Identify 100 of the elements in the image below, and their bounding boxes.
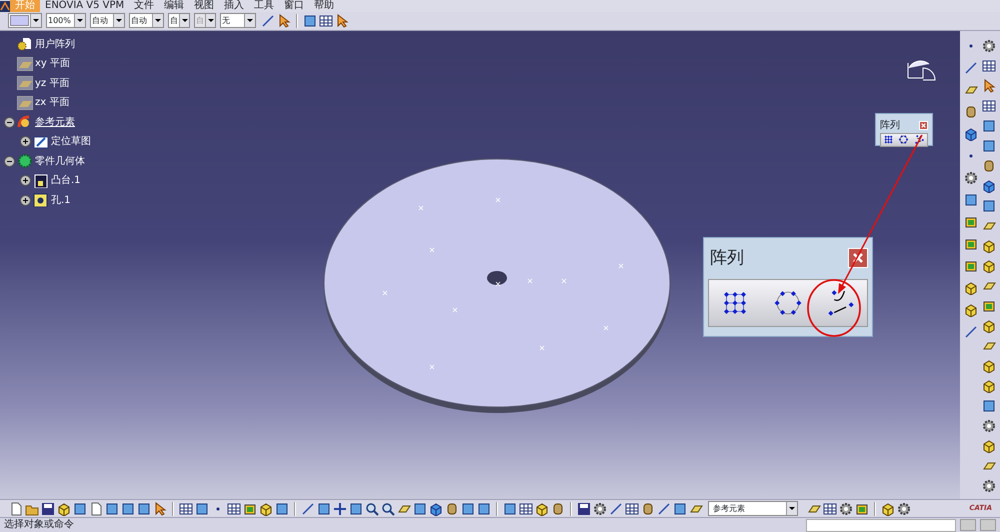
cube-icon[interactable] xyxy=(982,318,996,333)
body-icon[interactable] xyxy=(17,154,33,168)
dropdown-field[interactable]: 无 xyxy=(220,13,256,28)
close-button[interactable] xyxy=(919,120,928,130)
pad-icon[interactable] xyxy=(33,174,49,188)
tree-item[interactable]: 定位草图 xyxy=(49,134,93,150)
line-icon[interactable] xyxy=(609,502,623,516)
plane-icon[interactable] xyxy=(17,56,33,71)
block-icon[interactable] xyxy=(243,502,257,516)
grid-icon[interactable] xyxy=(982,58,996,73)
tree-item[interactable]: xy 平面 xyxy=(33,56,72,72)
plane-icon[interactable] xyxy=(17,96,33,110)
page-icon[interactable] xyxy=(89,502,103,516)
gear-icon[interactable] xyxy=(839,502,853,516)
line-icon[interactable] xyxy=(964,324,978,339)
square-icon[interactable] xyxy=(73,502,87,516)
square-icon[interactable] xyxy=(964,192,978,207)
square-icon[interactable] xyxy=(982,118,996,133)
line-icon[interactable] xyxy=(261,14,275,28)
cube-icon[interactable] xyxy=(982,378,996,393)
square-icon[interactable] xyxy=(195,502,209,516)
square-icon[interactable] xyxy=(317,502,331,516)
cylinder-icon[interactable] xyxy=(982,158,996,173)
cube-icon[interactable] xyxy=(982,178,996,193)
grid-icon[interactable] xyxy=(823,502,837,516)
grid-icon[interactable] xyxy=(227,502,241,516)
grid-icon[interactable] xyxy=(319,14,333,28)
menu-item[interactable]: 视图 xyxy=(189,0,220,12)
user-pattern-icon[interactable] xyxy=(914,134,925,146)
square-icon[interactable] xyxy=(982,398,996,413)
expand-toggle[interactable] xyxy=(20,175,31,186)
cube-icon[interactable] xyxy=(881,502,895,516)
magnifier-icon[interactable] xyxy=(365,502,379,516)
close-button[interactable] xyxy=(848,248,868,268)
square-icon[interactable] xyxy=(461,502,475,516)
line-icon[interactable] xyxy=(657,502,671,516)
square-icon[interactable] xyxy=(349,502,363,516)
menu-item[interactable]: 编辑 xyxy=(159,0,190,12)
cursor-icon[interactable] xyxy=(153,502,167,516)
gear-icon[interactable] xyxy=(593,502,607,516)
square-icon[interactable] xyxy=(982,138,996,153)
cube-icon[interactable] xyxy=(259,502,273,516)
menu-item[interactable]: 插入 xyxy=(219,0,250,12)
cube-icon[interactable] xyxy=(964,280,978,295)
tree-item[interactable]: 零件几何体 xyxy=(33,154,87,169)
dropdown-field[interactable]: 100% xyxy=(46,13,86,28)
cube-icon[interactable] xyxy=(535,502,549,516)
expand-toggle[interactable] xyxy=(20,136,31,148)
dropdown-field[interactable]: 自动 xyxy=(90,13,125,28)
tree-item[interactable]: 孔.1 xyxy=(49,192,73,208)
square-icon[interactable] xyxy=(303,14,317,28)
square-icon[interactable] xyxy=(105,502,119,516)
expand-toggle[interactable] xyxy=(20,194,31,206)
compass-icon[interactable] xyxy=(908,60,936,80)
line-icon[interactable] xyxy=(964,60,978,75)
part-icon[interactable] xyxy=(17,37,33,52)
cylinder-icon[interactable] xyxy=(551,502,565,516)
square-icon[interactable] xyxy=(673,502,687,516)
tree-item[interactable]: 参考元素 xyxy=(33,114,77,130)
command-field[interactable] xyxy=(806,518,956,532)
line-icon[interactable] xyxy=(301,502,315,516)
cylinder-icon[interactable] xyxy=(445,502,459,516)
gear-icon[interactable] xyxy=(982,478,996,493)
dropdown-field[interactable]: 参考元素 xyxy=(708,501,798,516)
cube-icon[interactable] xyxy=(982,358,996,373)
dropdown-field[interactable] xyxy=(8,13,42,28)
block-icon[interactable] xyxy=(964,236,978,251)
tree-item[interactable]: 凸台.1 xyxy=(49,173,83,188)
magnifier-icon[interactable] xyxy=(381,502,395,516)
cursor-icon[interactable] xyxy=(335,14,349,28)
cube-icon[interactable] xyxy=(964,302,978,317)
tree-item[interactable]: yz 平面 xyxy=(33,76,72,91)
dropdown-field[interactable]: 自动 xyxy=(129,13,164,28)
expand-toggle[interactable] xyxy=(4,156,15,167)
square-icon[interactable] xyxy=(137,502,151,516)
cube-icon[interactable] xyxy=(982,438,996,453)
rectangular-pattern-icon[interactable] xyxy=(883,134,894,146)
page-icon[interactable] xyxy=(9,502,23,516)
grid-icon[interactable] xyxy=(519,502,533,516)
hole-icon[interactable] xyxy=(33,193,49,208)
gear-icon[interactable] xyxy=(982,38,996,53)
move-icon[interactable] xyxy=(333,502,347,516)
plane-icon[interactable] xyxy=(17,76,33,90)
gear-icon[interactable] xyxy=(897,502,911,516)
cylinder-icon[interactable] xyxy=(964,104,978,119)
block-icon[interactable] xyxy=(964,258,978,273)
cube-icon[interactable] xyxy=(57,502,71,516)
menu-item[interactable]: ENOVIA V5 VPM xyxy=(40,0,130,12)
menu-item[interactable]: 工具 xyxy=(249,0,280,12)
block-icon[interactable] xyxy=(855,502,869,516)
gear-icon[interactable] xyxy=(982,418,996,433)
square-icon[interactable] xyxy=(982,198,996,213)
menu-item[interactable]: 帮助 xyxy=(309,0,340,12)
circular-pattern-icon[interactable] xyxy=(898,134,910,146)
cube-icon[interactable] xyxy=(982,238,996,253)
grid-icon[interactable] xyxy=(179,502,193,516)
square-icon[interactable] xyxy=(121,502,135,516)
cylinder-icon[interactable] xyxy=(641,502,655,516)
block-icon[interactable] xyxy=(982,298,996,313)
tree-item[interactable]: zx 平面 xyxy=(33,95,72,110)
